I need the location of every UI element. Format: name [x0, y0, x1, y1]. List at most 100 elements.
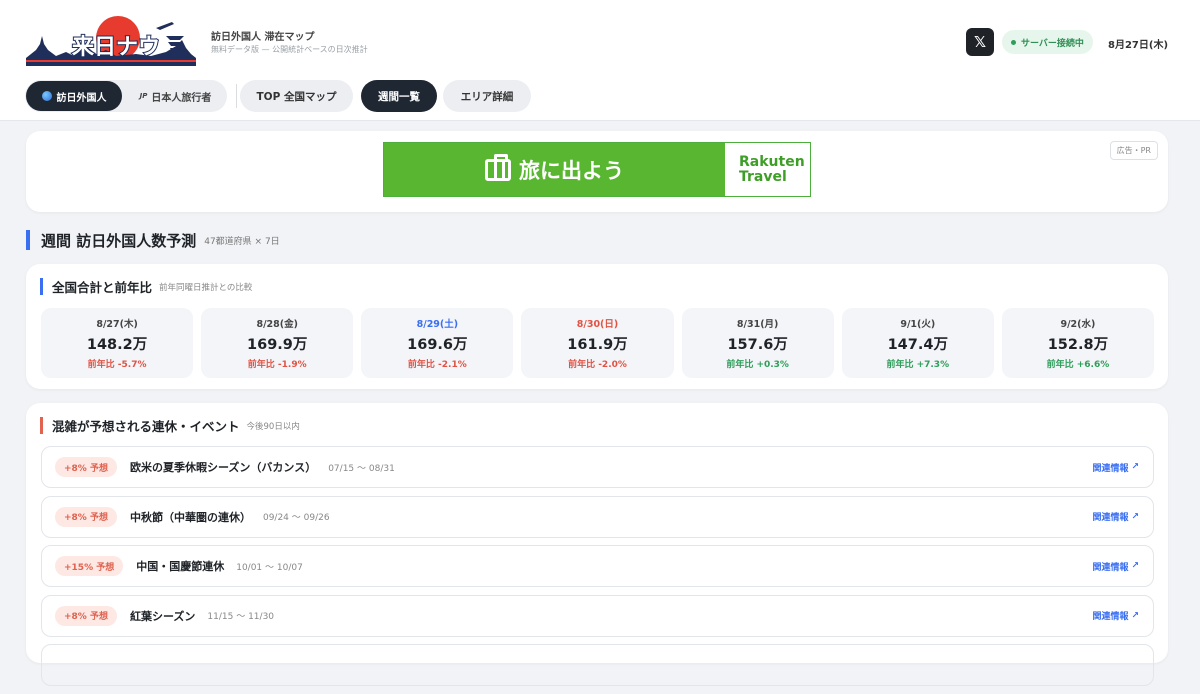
banner-brand: Rakuten Travel [725, 143, 810, 196]
forecast-badge: +8% 予想 [55, 506, 117, 527]
weekly-section-title: 週間 訪日外国人数予測 47都道府県 × 7日 [26, 230, 280, 250]
list-item: +8% 予想 中秋節（中華圏の連休） 09/24 〜 09/26 関連情報 ↗ [41, 495, 1154, 538]
day-value: 152.8万 [1047, 337, 1109, 353]
daily-totals-row: 8/27(木) 148.2万 前年比 -5.7% 8/28(金) 169.9万 … [41, 308, 1154, 378]
x-logo-icon: 𝕏 [973, 33, 987, 51]
day-card[interactable]: 8/30(日) 161.9万 前年比 -2.0% [521, 308, 674, 378]
external-link-icon: ↗ [1131, 610, 1139, 621]
logo-text: 来日ナウ [71, 35, 160, 60]
external-link-icon: ↗ [1131, 511, 1139, 522]
day-yoy: 前年比 +6.6% [1046, 360, 1110, 370]
day-label: 9/2(水) [1060, 319, 1096, 330]
day-label: 8/30(日) [576, 319, 619, 330]
events-card: 混雑が予想される連休・イベント 今後90日以内 +8% 予想 欧米の夏季休暇シー… [26, 403, 1168, 686]
site-subtitle: 無料データ版 — 公開統計ベースの日次推計 [211, 45, 368, 54]
day-value: 169.9万 [247, 337, 308, 353]
forecast-badge: +8% 予想 [55, 457, 117, 477]
event-name: 中秋節（中華圏の連休） [129, 510, 251, 524]
day-value: 169.6万 [407, 337, 468, 353]
weekly-subtitle: 47都道府県 × 7日 [204, 236, 280, 247]
day-value: 157.6万 [727, 337, 788, 353]
day-card[interactable]: 9/1(火) 147.4万 前年比 +7.3% [841, 308, 994, 378]
related-info-label: 関連情報 [1092, 463, 1129, 474]
tab-area-detail[interactable]: エリア詳細 [443, 80, 531, 112]
totals-title-text: 全国合計と前年比 [52, 280, 153, 295]
related-info-link[interactable]: 関連情報 ↗ [1092, 609, 1139, 623]
related-info-label: 関連情報 [1092, 562, 1129, 573]
day-label: 8/28(金) [256, 319, 298, 330]
list-item: +15% 予想 中国・国慶節連休 10/01 〜 10/07 関連情報 ↗ [41, 545, 1154, 587]
x-share-button[interactable]: 𝕏 [966, 28, 994, 56]
logo-illustration: 来日ナウ [26, 16, 196, 66]
brand-line-1: Rakuten [739, 153, 805, 170]
day-card[interactable]: 8/31(月) 157.6万 前年比 +0.3% [681, 308, 834, 378]
suitcase-icon [485, 153, 511, 181]
rakuten-travel-banner[interactable]: 旅に出よう Rakuten Travel [383, 142, 811, 197]
nav-divider [236, 84, 237, 108]
weekly-title-text: 週間 訪日外国人数予測 [41, 231, 197, 250]
forecast-badge: +8% 予想 [55, 605, 117, 626]
list-item [41, 644, 1154, 686]
day-label: 8/31(月) [736, 319, 779, 330]
site-logo[interactable]: 来日ナウ [26, 16, 196, 66]
event-date-range: 07/15 〜 08/31 [328, 463, 395, 474]
external-link-icon: ↗ [1131, 561, 1139, 571]
toggle-japanese-label: 日本人旅行者 [151, 92, 212, 104]
status-dot-icon [1011, 39, 1016, 45]
day-value: 161.9万 [567, 337, 628, 353]
day-yoy: 前年比 +0.3% [726, 360, 789, 370]
national-total-card: 全国合計と前年比 前年同曜日推計との比較 8/27(木) 148.2万 前年比 … [26, 264, 1168, 389]
external-link-icon: ↗ [1131, 462, 1139, 472]
tab-top-map[interactable]: TOP 全国マップ [240, 80, 353, 112]
tab-weekly-list[interactable]: 週間一覧 [361, 80, 437, 112]
banner-text: 旅に出よう [519, 158, 624, 183]
audience-toggle: 訪日外国人 JP 日本人旅行者 [25, 80, 227, 112]
day-label: 8/29(土) [416, 319, 459, 330]
day-card[interactable]: 9/2(水) 152.8万 前年比 +6.6% [1001, 308, 1154, 378]
event-name: 欧米の夏季休暇シーズン（バカンス） [129, 461, 317, 474]
toggle-foreign-visitors[interactable]: 訪日外国人 [26, 81, 122, 111]
day-yoy: 前年比 -2.0% [568, 360, 627, 370]
ad-card: 旅に出よう Rakuten Travel 広告・PR [26, 131, 1168, 212]
related-info-label: 関連情報 [1092, 612, 1129, 622]
current-date: 8月27日(木) [1108, 40, 1169, 51]
toggle-japanese-travelers[interactable]: JP 日本人旅行者 [125, 81, 226, 111]
related-info-label: 関連情報 [1092, 513, 1129, 523]
globe-icon [41, 91, 52, 101]
event-name: 紅葉シーズン [129, 609, 196, 623]
server-status-text: サーバー接続中 [1021, 38, 1084, 49]
toggle-foreign-label: 訪日外国人 [56, 92, 107, 104]
day-value: 148.2万 [86, 337, 148, 353]
server-status-badge: サーバー接続中 [1002, 30, 1093, 54]
day-yoy: 前年比 -2.1% [407, 360, 467, 370]
day-yoy: 前年比 -1.9% [247, 360, 307, 370]
day-label: 9/1(火) [900, 319, 936, 330]
day-yoy: 前年比 +7.3% [886, 360, 950, 370]
list-item: +8% 予想 欧米の夏季休暇シーズン（バカンス） 07/15 〜 08/31 関… [41, 446, 1154, 488]
related-info-link[interactable]: 関連情報 ↗ [1092, 510, 1139, 524]
events-card-title: 混雑が予想される連休・イベント 今後90日以内 [40, 417, 300, 434]
event-name: 中国・国慶節連休 [136, 560, 225, 573]
day-card[interactable]: 8/28(金) 169.9万 前年比 -1.9% [201, 308, 354, 378]
day-value: 147.4万 [887, 337, 948, 353]
event-date-range: 10/01 〜 10/07 [236, 562, 303, 573]
site-name: 訪日外国人 滞在マップ [211, 32, 315, 43]
banner-main: 旅に出よう [384, 143, 725, 196]
forecast-badge: +15% 予想 [55, 556, 124, 576]
events-subtitle: 今後90日以内 [246, 421, 300, 432]
related-info-link[interactable]: 関連情報 ↗ [1092, 461, 1139, 474]
site-header: 来日ナウ 訪日外国人 滞在マップ 無料データ版 — 公開統計ベースの日次推計 𝕏… [0, 0, 1200, 121]
day-card[interactable]: 8/27(木) 148.2万 前年比 -5.7% [41, 308, 194, 378]
events-list: +8% 予想 欧米の夏季休暇シーズン（バカンス） 07/15 〜 08/31 関… [41, 446, 1154, 694]
day-card[interactable]: 8/29(土) 169.6万 前年比 -2.1% [361, 308, 514, 378]
totals-card-title: 全国合計と前年比 前年同曜日推計との比較 [40, 278, 252, 295]
brand-line-2: Travel [739, 168, 787, 185]
events-title-text: 混雑が予想される連休・イベント [52, 419, 240, 434]
day-label: 8/27(木) [96, 319, 138, 330]
ad-pr-tag: 広告・PR [1109, 141, 1158, 160]
event-date-range: 09/24 〜 09/26 [262, 513, 330, 523]
day-yoy: 前年比 -5.7% [87, 360, 147, 370]
related-info-link[interactable]: 関連情報 ↗ [1092, 560, 1139, 573]
totals-subtitle: 前年同曜日推計との比較 [159, 282, 253, 293]
list-item: +8% 予想 紅葉シーズン 11/15 〜 11/30 関連情報 ↗ [41, 594, 1154, 637]
